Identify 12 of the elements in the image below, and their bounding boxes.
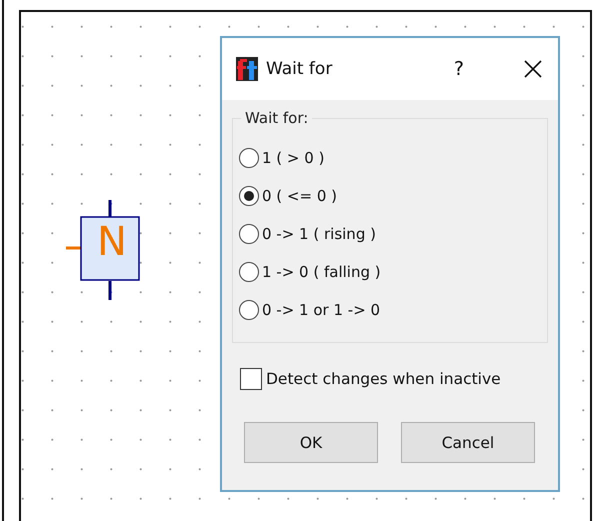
- dialog-button[interactable]: Cancel: [401, 422, 535, 463]
- radio-option[interactable]: 1 -> 0 ( falling ): [239, 253, 541, 291]
- dialog-title: Wait for: [266, 59, 334, 79]
- radio-option[interactable]: 1 ( > 0 ): [239, 139, 541, 177]
- checkbox-option[interactable]: Detect changes when inactive: [240, 368, 548, 390]
- radio-option[interactable]: 0 ( <= 0 ): [239, 177, 541, 215]
- node-label: N: [96, 222, 128, 262]
- dialog-button[interactable]: OK: [244, 422, 378, 463]
- radio-option[interactable]: 0 -> 1 ( rising ): [239, 215, 541, 253]
- help-button[interactable]: ?: [450, 58, 468, 80]
- app-icon: [236, 57, 258, 81]
- radio-option[interactable]: 0 -> 1 or 1 -> 0: [239, 291, 541, 329]
